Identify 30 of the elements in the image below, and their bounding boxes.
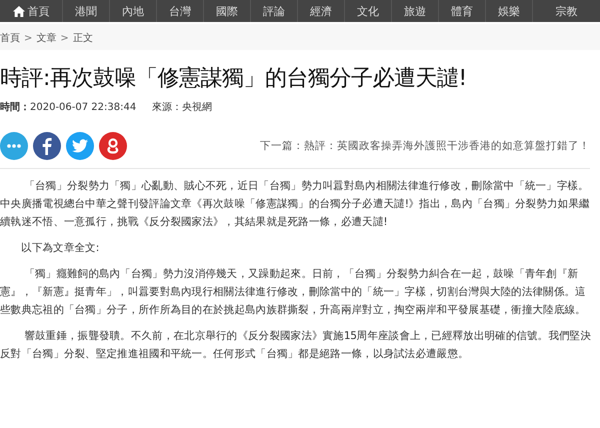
nav-link[interactable]: 文化 (345, 0, 392, 22)
breadcrumb-link[interactable]: 文章 (36, 31, 56, 45)
nav-link[interactable]: 評論 (251, 0, 298, 22)
nav-link[interactable]: 內地 (110, 0, 157, 22)
home-icon (12, 6, 24, 16)
facebook-icon[interactable] (33, 132, 61, 160)
breadcrumb-separator: > (60, 32, 69, 44)
article-source: 來源：央視網 (152, 100, 212, 114)
nav-link[interactable]: 台灣 (157, 0, 204, 22)
breadcrumb-separator: > (24, 32, 32, 44)
nav-link[interactable]: 體育 (439, 0, 486, 22)
article-paragraph: 「獨」癮難飼的島內「台獨」勢力沒消停幾天，又躁動起來。日前，「台獨」分裂勢力糾合在一起，鼓噪「青年創『新憲』，『新憲』挺青年」，叫囂要對島內現行相關法律進行修改，刪除當中的「統一」字樣，切割台灣與大陸的法律關係。這些數典忘祖的「台獨」分子，所作所為目的在於挑起島內族群撕裂，升高兩岸對立，掏空兩岸和平發展基礎，衝撞大陸底線。 (0, 267, 587, 318)
nav-link[interactable]: 國際 (204, 0, 251, 22)
breadcrumb-link[interactable]: 正文 (72, 31, 93, 45)
nav-link[interactable]: 宗教 (533, 0, 600, 22)
nav-link[interactable]: 港聞 (63, 0, 110, 22)
breadcrumb-link[interactable]: 首頁 (0, 31, 20, 45)
nav-link[interactable]: 經濟 (298, 0, 345, 22)
article-paragraph: 「台獨」分裂勢力「獨」心亂動、賊心不死，近日「台獨」勢力叫囂對島內相關法律進行修改，刪除當中「統一」字樣。中央廣播電視總台中華之聲刊發評論文章《再次鼓噪「修憲謀獨」的台獨分子必遭天譴!》指出，島內「台獨」分裂勢力如果繼續執迷不悟、一意孤行，挑戰《反分裂國家法》，其結果就是死路一條，必遭天譴! (0, 179, 591, 230)
nav-link[interactable]: 娛樂 (486, 0, 533, 22)
google-icon[interactable] (99, 132, 127, 160)
twitter-icon[interactable] (66, 132, 94, 160)
nav-link[interactable]: 首頁 (0, 0, 63, 22)
article-paragraph: 以下為文章全文: (20, 241, 100, 256)
chat-bubble-icon[interactable] (0, 132, 28, 160)
article-paragraph: 響鼓重錘，振聾發聵。不久前，在北京舉行的《反分裂國家法》實施15周年座談會上，已經釋放出明確的信號。我們堅決反對「台獨」分裂、堅定推進祖國和平統一。任何形式「台獨」都是絕路一條，以身試法必遭嚴懲。 (0, 329, 592, 362)
nav-link[interactable]: 旅遊 (392, 0, 439, 22)
next-article-link[interactable]: 下一篇：熱評：英國政客操弄海外護照干涉香港的如意算盤打錯了！ (260, 139, 590, 153)
publish-time: 時間：2020-06-07 22:38:44 (0, 100, 136, 114)
article-title: 時評:再次鼓噪「修憲謀獨」的台獨分子必遭天譴! (0, 65, 468, 93)
